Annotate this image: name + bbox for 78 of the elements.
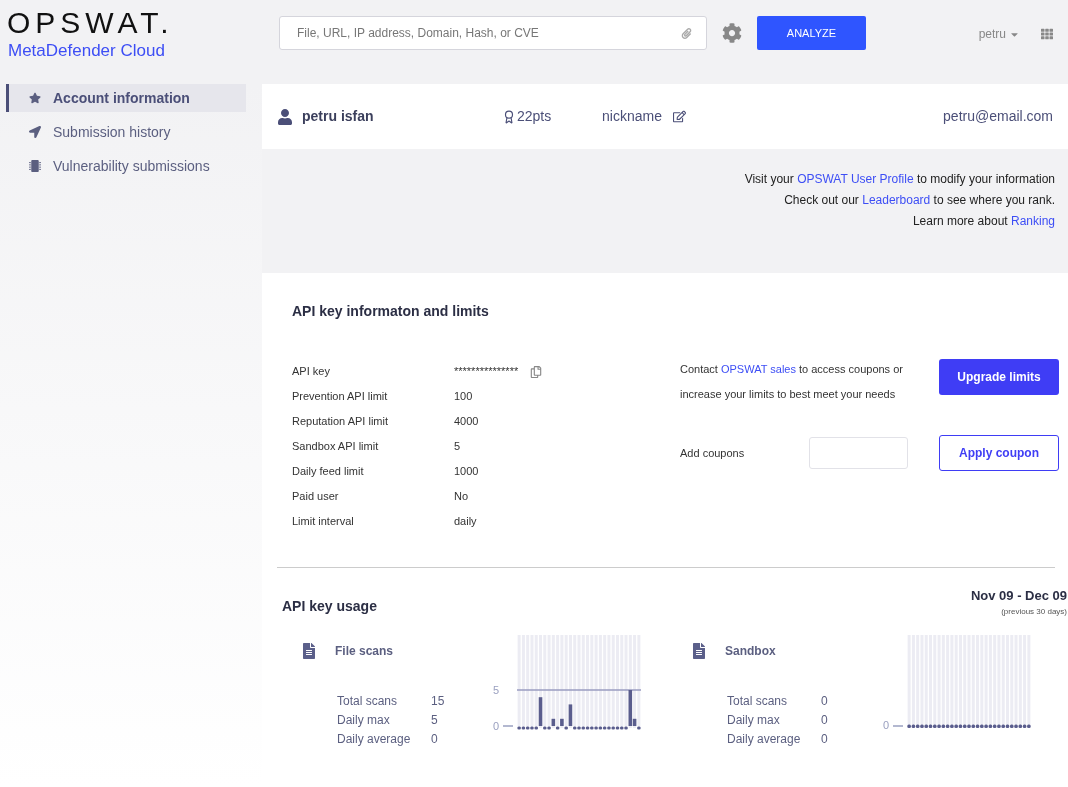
paperclip-icon[interactable] xyxy=(681,28,692,39)
limit-value: 4000 xyxy=(454,414,479,430)
nickname: nickname xyxy=(602,107,662,126)
link[interactable]: Leaderboard xyxy=(862,193,931,207)
limit-label: API key xyxy=(292,364,331,380)
limit-label: Paid user xyxy=(292,489,340,505)
stat-value: 15 xyxy=(431,692,445,710)
stat-label: Daily average xyxy=(727,730,802,748)
limit-label: Limit interval xyxy=(292,514,355,530)
stat-value: 0 xyxy=(821,692,828,710)
section-title: API key informaton and limits xyxy=(292,302,490,321)
y-tick: 0 xyxy=(493,719,514,732)
stat-value: 0 xyxy=(821,711,828,729)
user-name: petru isfan xyxy=(302,107,375,126)
stat-label: Daily max xyxy=(727,711,781,729)
email: petru@email.com xyxy=(943,107,1053,126)
info-text: Check out our Leaderboard to see where you rank. xyxy=(784,192,1055,209)
y-tick: 5 xyxy=(493,683,641,696)
copy-icon[interactable] xyxy=(530,365,543,378)
limit-value: 5 xyxy=(454,439,461,455)
user-menu[interactable]: petru xyxy=(978,25,1020,43)
chip-icon xyxy=(29,160,41,172)
limit-value: 100 xyxy=(454,389,473,405)
info-text: Learn more about Ranking xyxy=(912,213,1055,230)
search-field[interactable]: File, URL, IP address, Domain, Hash, or CVE xyxy=(279,16,707,50)
chart-bar xyxy=(538,696,543,726)
stat-value: 0 xyxy=(431,730,438,748)
sidebar-item[interactable]: Submission history xyxy=(6,118,246,146)
section-title: API key usage xyxy=(282,597,377,616)
limit-label: Sandbox API limit xyxy=(292,439,380,455)
apps-grid-icon[interactable] xyxy=(1041,28,1053,40)
contact-text: Contact OPSWAT sales to access coupons or increase your limits to best meet your needs xyxy=(680,362,904,402)
panel-title: Sandbox xyxy=(725,642,776,660)
y-tick-label: 5 xyxy=(493,683,500,696)
link[interactable]: OPSWAT sales xyxy=(720,363,796,375)
tick-mark xyxy=(892,724,904,727)
logo-wordmark: OPSWAT. xyxy=(7,6,175,40)
stat-value: 0 xyxy=(821,730,828,748)
stat-value: 5 xyxy=(431,711,438,729)
chart-bar xyxy=(568,703,573,726)
limit-value: daily xyxy=(454,514,477,530)
limit-label: Daily feed limit xyxy=(292,464,365,480)
upgrade-limits-button[interactable]: Upgrade limits xyxy=(939,359,1059,395)
link[interactable]: Ranking xyxy=(1010,214,1055,228)
points: 22pts xyxy=(517,107,553,126)
sidebar-item[interactable]: Vulnerability submissions xyxy=(6,152,246,180)
limit-value: *************** xyxy=(454,364,519,380)
date-range-note: (previous 30 days) xyxy=(1001,605,1067,618)
limit-value: No xyxy=(454,489,469,505)
stat-label: Daily average xyxy=(337,730,412,748)
chart-bar xyxy=(560,718,564,726)
edit-icon[interactable] xyxy=(672,110,686,123)
link[interactable]: OPSWAT User Profile xyxy=(797,172,914,186)
stat-label: Total scans xyxy=(727,692,789,710)
limit-value: 1000 xyxy=(454,464,479,480)
axis-label: 0 xyxy=(883,717,890,732)
limit-label: Prevention API limit xyxy=(292,389,389,405)
document-icon xyxy=(691,642,707,659)
coupon-field[interactable] xyxy=(809,437,908,469)
stat-label: Daily max xyxy=(337,711,391,729)
apply-coupon-button[interactable]: Apply coupon xyxy=(939,435,1059,471)
panel-title: File scans xyxy=(335,642,394,660)
chart-bar xyxy=(551,718,556,726)
document-icon xyxy=(301,642,317,659)
y-tick-label: 0 xyxy=(493,719,500,732)
analyze-button[interactable]: ANALYZE xyxy=(757,16,866,50)
sidebar-item[interactable]: Account information xyxy=(6,84,246,112)
arrow-icon xyxy=(29,126,41,138)
coupon-label: Add coupons xyxy=(680,445,746,461)
limit-label: Reputation API limit xyxy=(292,414,389,430)
product-name: MetaDefender Cloud xyxy=(8,40,166,62)
star-icon xyxy=(29,92,41,104)
info-text: Visit your OPSWAT User Profile to modify your information xyxy=(744,171,1055,188)
user-icon xyxy=(277,108,293,125)
award-icon xyxy=(502,109,516,124)
settings-icon[interactable] xyxy=(722,23,742,43)
date-range: Nov 09 - Dec 09 xyxy=(970,587,1067,605)
stat-label: Total scans xyxy=(337,692,399,710)
